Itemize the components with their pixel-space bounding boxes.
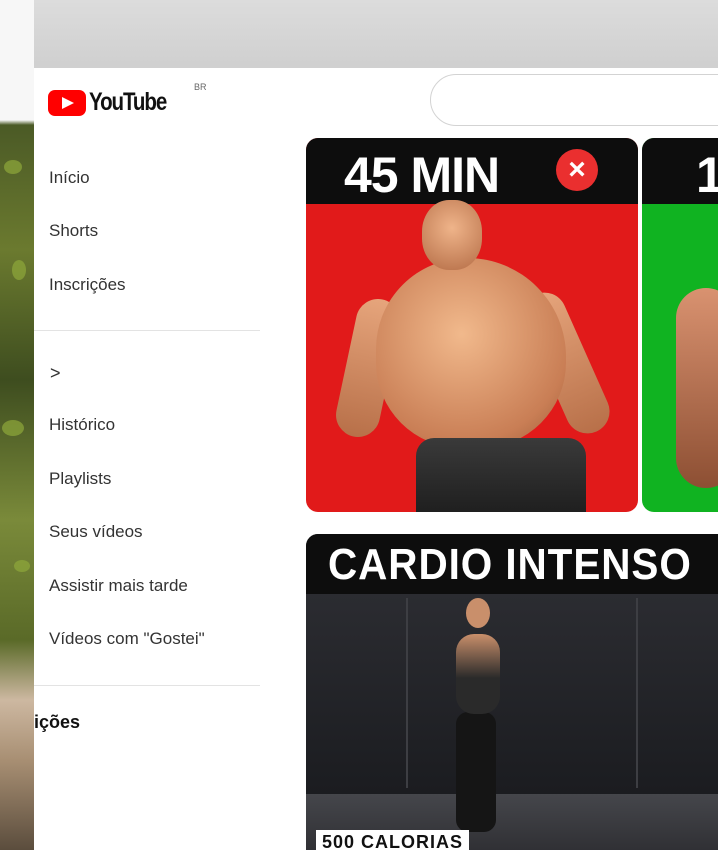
sidebar-divider: [34, 685, 260, 686]
sidebar-item-inscricoes-heading[interactable]: ições: [34, 712, 80, 733]
youtube-window: YouTube BR Início Shorts Inscrições > Hi…: [34, 68, 718, 850]
close-circle-icon: ×: [556, 149, 598, 191]
sidebar-item-inscricoes[interactable]: Inscrições: [49, 275, 126, 295]
country-code: BR: [194, 82, 207, 92]
sidebar-divider: [34, 330, 260, 331]
background-wall: [0, 0, 718, 70]
thumbnail-title: CARDIO INTENSO: [328, 540, 692, 589]
sidebar-item-videos-gostei[interactable]: Vídeos com "Gostei": [49, 629, 205, 649]
sidebar-item-seus-videos[interactable]: Seus vídeos: [49, 522, 143, 542]
thumbnail-figure: [376, 258, 566, 448]
logo-text: YouTube: [89, 88, 167, 116]
leaf: [4, 160, 22, 174]
thumbnail-figure: [422, 200, 482, 270]
thumbnail-figure: [456, 634, 500, 714]
chevron-right-icon[interactable]: >: [50, 363, 61, 384]
youtube-logo[interactable]: YouTube BR: [48, 82, 207, 117]
sidebar-item-assistir-mais-tarde[interactable]: Assistir mais tarde: [49, 576, 188, 596]
leaf: [14, 560, 30, 572]
thumbnail-figure: [676, 288, 718, 488]
thumbnail-figure: [456, 712, 496, 832]
sidebar-item-historico[interactable]: Histórico: [49, 415, 115, 435]
sidebar-item-playlists[interactable]: Playlists: [49, 469, 111, 489]
leaf: [12, 260, 26, 280]
video-thumbnail[interactable]: CARDIO INTENSO 500 CALORIAS: [306, 534, 718, 850]
thumbnail-title: 45 MIN: [344, 147, 500, 203]
sidebar-item-inicio[interactable]: Início: [49, 168, 90, 188]
video-thumbnail[interactable]: 45 MIN ×: [306, 138, 638, 512]
thumbnail-title: 1: [696, 147, 718, 203]
thumbnail-backdrop: [306, 594, 718, 794]
leaf: [2, 420, 24, 436]
search-input[interactable]: [430, 74, 718, 126]
thumbnail-backdrop: [636, 598, 638, 788]
thumbnail-figure: [416, 438, 586, 512]
thumbnail-backdrop: [406, 598, 408, 788]
background-photo: [0, 0, 34, 850]
thumbnail-figure: [466, 598, 490, 628]
youtube-play-icon: [48, 89, 86, 116]
sidebar-item-shorts[interactable]: Shorts: [49, 221, 98, 241]
thumbnail-overlay-label: 500 CALORIAS: [316, 830, 470, 850]
video-thumbnail[interactable]: 1: [642, 138, 718, 512]
